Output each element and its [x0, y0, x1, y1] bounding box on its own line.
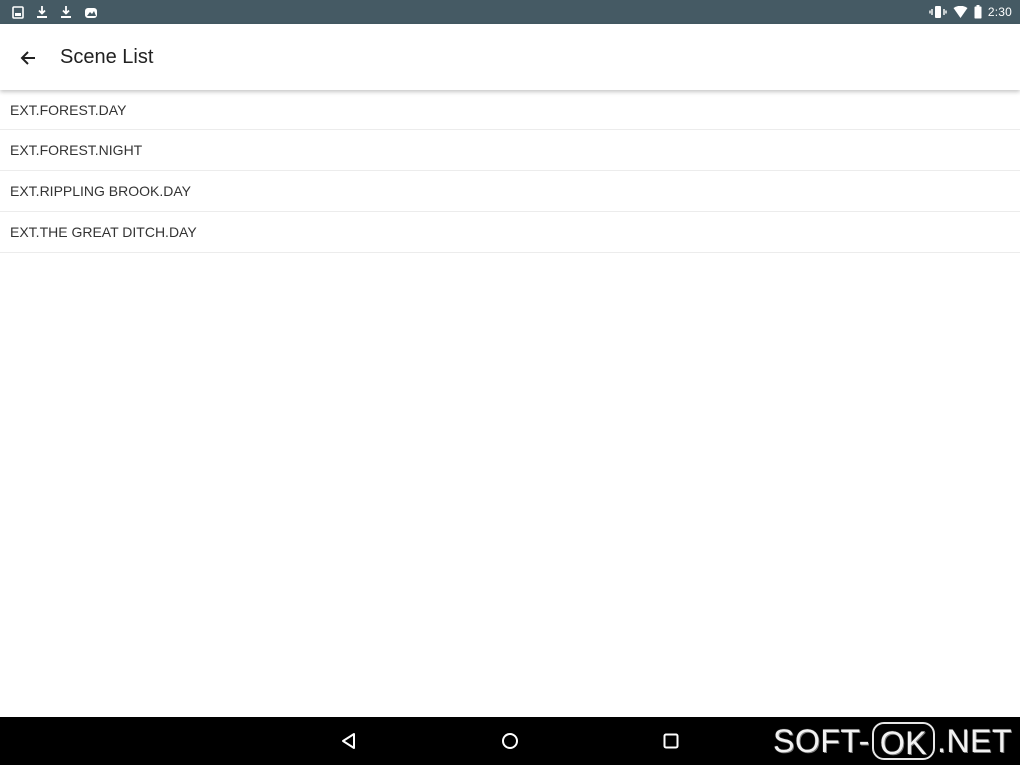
- watermark-text-right: .NET: [937, 722, 1012, 759]
- scene-list-item[interactable]: EXT.THE GREAT DITCH.DAY: [0, 212, 1020, 253]
- scene-list-item[interactable]: EXT.FOREST.DAY: [0, 90, 1020, 130]
- back-button[interactable]: [14, 44, 42, 72]
- nav-home-circle-icon: [502, 733, 518, 749]
- scene-list: EXT.FOREST.DAY EXT.FOREST.NIGHT EXT.RIPP…: [0, 90, 1020, 253]
- scene-list-item[interactable]: EXT.FOREST.NIGHT: [0, 130, 1020, 171]
- system-status-icons: 2:30: [929, 4, 1012, 20]
- nav-back-triangle-icon: [342, 733, 355, 749]
- app-bar: Scene List: [0, 24, 1020, 90]
- status-bar: 2:30: [0, 0, 1020, 24]
- sim-card-icon: [12, 5, 24, 19]
- wifi-icon: [953, 5, 968, 18]
- status-clock: 2:30: [987, 5, 1012, 19]
- notification-icons: [12, 4, 98, 20]
- battery-icon: [974, 5, 982, 19]
- nav-recents-button[interactable]: [659, 729, 683, 753]
- scene-label: EXT.FOREST.NIGHT: [10, 142, 143, 158]
- photo-icon: [85, 7, 97, 18]
- nav-back-button[interactable]: [337, 729, 361, 753]
- download-icon: [61, 6, 71, 18]
- scene-label: EXT.RIPPLING BROOK.DAY: [10, 183, 192, 199]
- nav-recents-square-icon: [663, 733, 679, 749]
- scene-label: EXT.FOREST.DAY: [10, 101, 127, 118]
- download-icon: [37, 6, 47, 18]
- watermark-text-left: SOFT-: [773, 722, 870, 759]
- nav-home-button[interactable]: [498, 729, 522, 753]
- watermark: SOFT- OK .NET: [773, 718, 1012, 764]
- scene-label: EXT.THE GREAT DITCH.DAY: [10, 224, 197, 240]
- arrow-back-icon: [20, 51, 35, 65]
- watermark-text-boxed: OK: [871, 722, 936, 761]
- page-title: Scene List: [60, 46, 154, 68]
- android-screen: 2:30 Scene List EXT.FOREST.DAY EXT.FORES…: [0, 0, 1020, 765]
- vibrate-icon: [929, 6, 947, 18]
- scene-list-item[interactable]: EXT.RIPPLING BROOK.DAY: [0, 171, 1020, 212]
